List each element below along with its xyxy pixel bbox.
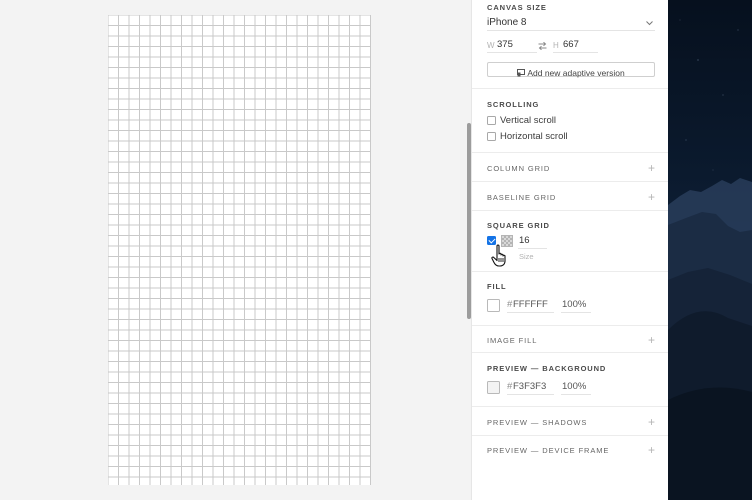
height-label: H [553,41,559,50]
preview-background-section: PREVIEW — BACKGROUND # F3F3F3 100% [472,353,669,407]
column-grid-title: COLUMN GRID [487,164,551,173]
preview-background-opacity-field[interactable]: 100% [561,379,591,395]
artboard-with-square-grid[interactable] [108,15,371,485]
scrolling-title: SCROLLING [487,100,540,109]
fill-opacity-field[interactable]: 100% [561,297,591,313]
preview-background-swatch[interactable] [487,381,500,394]
width-label: W [487,41,495,50]
image-fill-title: IMAGE FILL [487,336,538,345]
swap-dimensions-icon[interactable] [538,42,547,50]
plus-icon[interactable]: + [648,444,655,456]
preview-device-frame-section[interactable]: PREVIEW — DEVICE FRAME + [472,436,669,463]
preview-background-hex-value: F3F3F3 [513,381,547,392]
device-select-value: iPhone 8 [487,17,527,28]
baseline-grid-section[interactable]: BASELINE GRID + [472,182,669,211]
plus-icon[interactable]: + [648,162,655,174]
column-grid-section[interactable]: COLUMN GRID + [472,153,669,182]
plus-icon[interactable]: + [648,416,655,428]
hand-pointer-cursor-icon [491,244,506,267]
fill-hash: # [507,299,513,310]
square-grid-section: SQUARE GRID 16 Size [472,211,669,272]
fill-opacity-value: 100% [562,299,587,310]
preview-background-opacity-value: 100% [562,381,587,392]
scrolling-section: SCROLLING Vertical scroll Horizontal scr… [472,89,669,153]
height-value: 667 [563,39,579,50]
grid-size-label: Size [519,252,534,261]
preview-shadows-title: PREVIEW — SHADOWS [487,418,588,427]
device-select[interactable]: iPhone 8 [487,15,655,31]
fill-hex-field[interactable]: # FFFFFF [507,297,554,313]
property-inspector: CANVAS SIZE iPhone 8 W 375 H 667 Add new… [471,0,669,500]
fill-color-swatch[interactable] [487,299,500,312]
plus-icon[interactable]: + [648,191,655,203]
add-adaptive-version-label: Add new adaptive version [527,68,625,78]
grid-size-value: 16 [519,235,530,246]
canvas-area[interactable] [0,0,471,500]
grid-size-field[interactable]: 16 [518,233,547,249]
vertical-scroll-label[interactable]: Vertical scroll [500,115,556,126]
add-adaptive-version-button[interactable]: Add new adaptive version [487,62,655,78]
preview-shadows-section[interactable]: PREVIEW — SHADOWS + [472,407,669,436]
height-field[interactable]: H 667 [553,37,598,53]
plus-icon[interactable]: + [648,334,655,346]
width-field[interactable]: W 375 [487,37,537,53]
width-value: 375 [497,39,513,50]
preview-device-frame-title: PREVIEW — DEVICE FRAME [487,446,610,455]
fill-section: FILL # FFFFFF 100% [472,272,669,326]
baseline-grid-title: BASELINE GRID [487,193,557,202]
adaptive-device-icon [517,69,526,77]
square-grid-title: SQUARE GRID [487,221,550,230]
horizontal-scroll-label[interactable]: Horizontal scroll [500,131,568,142]
horizontal-scroll-checkbox[interactable] [487,132,496,141]
canvas-size-title: CANVAS SIZE [487,3,547,12]
desktop-wallpaper [668,0,752,500]
canvas-size-section: CANVAS SIZE iPhone 8 W 375 H 667 Add new… [472,0,669,89]
preview-background-hex-field[interactable]: # F3F3F3 [507,379,554,395]
image-fill-section[interactable]: IMAGE FILL + [472,326,669,353]
fill-hex-value: FFFFFF [513,299,548,310]
fill-title: FILL [487,282,507,291]
vertical-scroll-checkbox[interactable] [487,116,496,125]
preview-background-title: PREVIEW — BACKGROUND [487,364,607,373]
preview-background-hash: # [507,381,513,392]
chevron-down-icon [646,21,653,26]
